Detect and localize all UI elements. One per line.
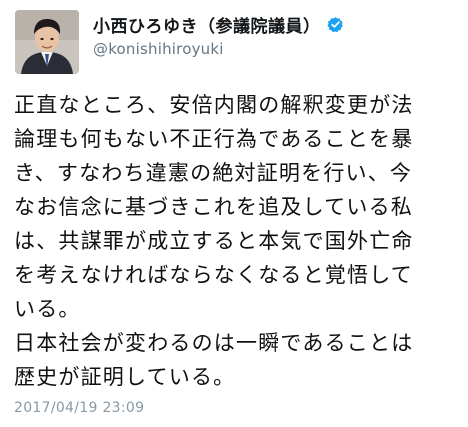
tweet-line: 論理も何もない不正行為であることを暴 (14, 127, 414, 151)
tweet-line: 歴史が証明している。 (14, 365, 236, 389)
account-names: 小西ひろゆき（参議院議員） @konishihiroyuki (93, 12, 453, 58)
verified-badge-icon (326, 16, 344, 33)
tweet-text: 正直なところ、安倍内閣の解釈変更が法 論理も何もない不正行為であることを暴 き、… (14, 88, 454, 394)
tweet-header: 小西ひろゆき（参議院議員） @konishihiroyuki (15, 10, 455, 76)
avatar[interactable] (15, 10, 79, 74)
tweet-line: き、すなわち違憲の絶対証明を行い、今 (14, 161, 413, 185)
tweet-line: 正直なところ、安倍内閣の解釈変更が法 (14, 93, 414, 117)
tweet-line: いる。 (14, 297, 81, 321)
tweet-line: なお信念に基づきこれを追及している私 (14, 195, 413, 219)
tweet-line: 日本社会が変わるのは一瞬であることは (14, 331, 414, 355)
tweet-line: は、共謀罪が成立すると本気で国外亡命 (14, 229, 414, 253)
tweet-line: を考えなければならなくなると覚悟して (14, 263, 413, 287)
display-name[interactable]: 小西ひろゆき（参議院議員） (93, 12, 321, 37)
tweet-timestamp[interactable]: 2017/04/19 23:09 (14, 400, 144, 416)
account-handle[interactable]: @konishihiroyuki (93, 40, 453, 58)
display-name-row: 小西ひろゆき（参議院議員） (93, 12, 453, 37)
profile-photo-icon (15, 10, 79, 74)
